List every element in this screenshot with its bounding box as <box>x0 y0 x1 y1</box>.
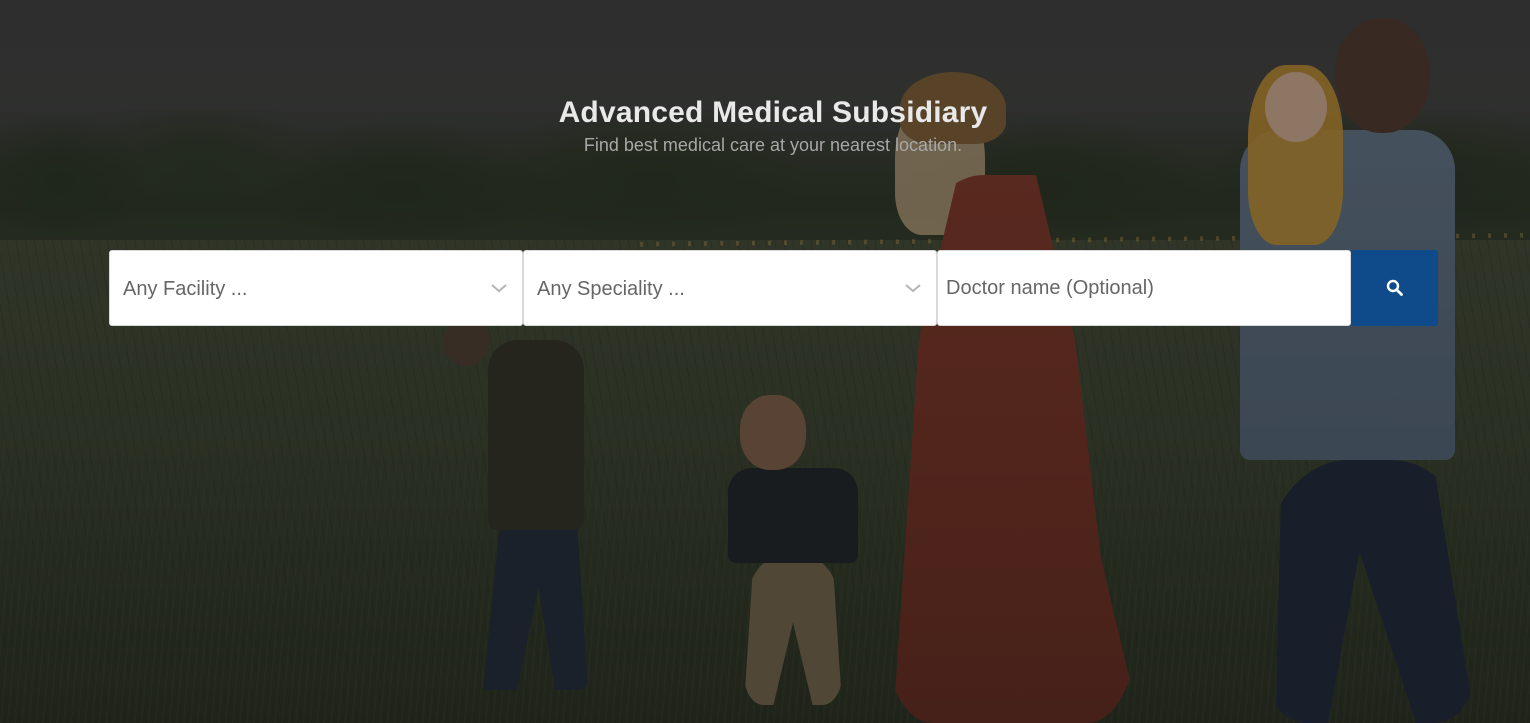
page-title: Advanced Medical Subsidiary <box>558 96 988 129</box>
page-subtitle: Find best medical care at your nearest l… <box>583 135 963 155</box>
chevron-down-icon <box>491 284 507 293</box>
search-icon <box>1386 279 1403 296</box>
chevron-down-icon <box>905 284 921 293</box>
doctor-name-input[interactable] <box>937 250 1351 326</box>
search-button[interactable] <box>1351 250 1438 326</box>
speciality-select-value: Any Speciality ... <box>537 278 685 300</box>
facility-select-value: Any Facility ... <box>123 278 248 300</box>
facility-select[interactable]: Any Facility ... <box>109 250 523 326</box>
speciality-select[interactable]: Any Speciality ... <box>523 250 937 326</box>
hero-section: Advanced Medical Subsidiary Find best me… <box>0 0 1530 723</box>
search-form: Any Facility ... Any Speciality ... <box>109 250 1438 326</box>
